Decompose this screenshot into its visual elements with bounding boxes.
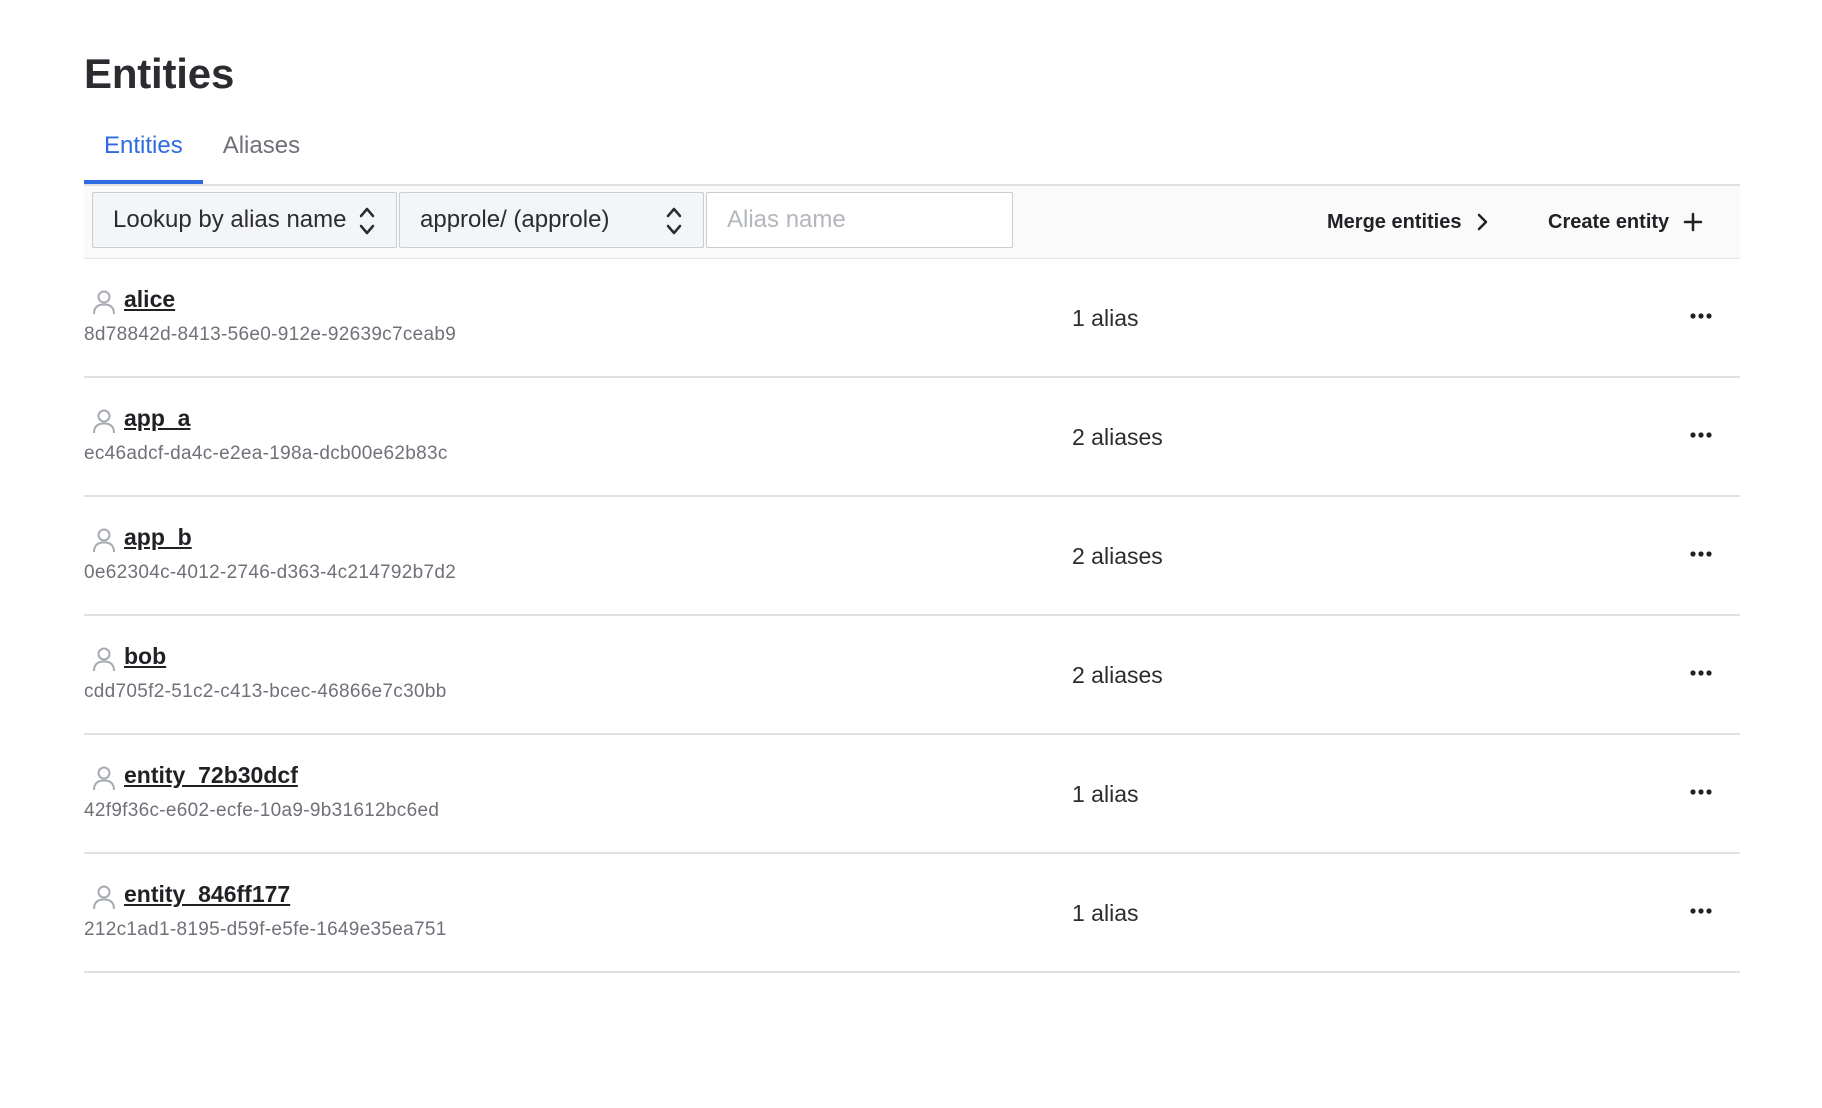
more-horizontal-icon [1690,551,1712,557]
entity-row: app_a ec46adcf-da4c-e2ea-198a-dcb00e62b8… [84,378,1740,497]
more-horizontal-icon [1690,908,1712,914]
plus-icon [1683,212,1703,232]
user-icon [93,766,115,791]
entity-row: alice 8d78842d-8413-56e0-912e-92639c7cea… [84,259,1740,378]
entity-row: app_b 0e62304c-4012-2746-d363-4c214792b7… [84,497,1740,616]
alias-count: 2 aliases [1072,662,1163,688]
entity-id: 0e62304c-4012-2746-d363-4c214792b7d2 [84,562,457,583]
user-icon [93,409,115,434]
toolbar: Lookup by alias name approle/ (approle) … [84,186,1740,259]
entity-id: ec46adcf-da4c-e2ea-198a-dcb00e62b83c [84,443,448,464]
tab-aliases[interactable]: Aliases [203,118,320,184]
more-horizontal-icon [1690,670,1712,676]
entity-row: entity_846ff177 212c1ad1-8195-d59f-e5fe-… [84,854,1740,973]
tab-entities[interactable]: Entities [84,118,203,184]
entity-list: alice 8d78842d-8413-56e0-912e-92639c7cea… [84,259,1740,973]
create-entity-label: Create entity [1548,210,1670,233]
select-chevrons-icon [359,207,375,235]
alias-count: 2 aliases [1072,424,1163,450]
user-icon [93,647,115,672]
entity-name-link[interactable]: entity_72b30dcf [124,762,298,789]
entity-row: bob cdd705f2-51c2-c413-bcec-46866e7c30bb… [84,616,1740,735]
more-options-button[interactable] [1684,898,1718,924]
more-options-button[interactable] [1684,660,1718,686]
entity-id: 42f9f36c-e602-ecfe-10a9-9b31612bc6ed [84,800,440,821]
entity-name-link[interactable]: alice [124,286,175,313]
user-icon [93,290,115,315]
page: Entities Entities Aliases Lookup by alia… [0,0,1822,1108]
entity-id: 8d78842d-8413-56e0-912e-92639c7ceab9 [84,324,457,345]
entity-name-link[interactable]: bob [124,643,166,670]
more-options-button[interactable] [1684,422,1718,448]
more-horizontal-icon [1690,789,1712,795]
alias-name-input[interactable] [706,192,1013,248]
more-options-button[interactable] [1684,303,1718,329]
more-options-button[interactable] [1684,779,1718,805]
entity-name-link[interactable]: app_a [124,405,190,432]
chevron-right-icon [1478,213,1488,231]
more-horizontal-icon [1690,313,1712,319]
create-entity-button[interactable]: Create entity [1548,204,1703,240]
lookup-type-select[interactable]: Lookup by alias name [92,192,397,248]
tab-bar: Entities Aliases [84,118,1740,186]
page-title: Entities [84,50,235,97]
entity-name-link[interactable]: entity_846ff177 [124,881,290,908]
alias-count: 1 alias [1072,305,1139,331]
user-icon [93,528,115,553]
entity-name-link[interactable]: app_b [124,524,192,551]
mount-value: approle/ (approle) [420,206,610,233]
more-options-button[interactable] [1684,541,1718,567]
entity-id: 212c1ad1-8195-d59f-e5fe-1649e35ea751 [84,919,447,940]
alias-count: 1 alias [1072,781,1139,807]
entity-id: cdd705f2-51c2-c413-bcec-46866e7c30bb [84,681,447,702]
lookup-type-value: Lookup by alias name [113,206,347,233]
merge-entities-label: Merge entities [1327,210,1462,233]
alias-count: 2 aliases [1072,543,1163,569]
more-horizontal-icon [1690,432,1712,438]
mount-select[interactable]: approle/ (approle) [399,192,704,248]
entity-row: entity_72b30dcf 42f9f36c-e602-ecfe-10a9-… [84,735,1740,854]
user-icon [93,885,115,910]
alias-count: 1 alias [1072,900,1139,926]
select-chevrons-icon [666,207,682,235]
merge-entities-button[interactable]: Merge entities [1327,204,1489,240]
